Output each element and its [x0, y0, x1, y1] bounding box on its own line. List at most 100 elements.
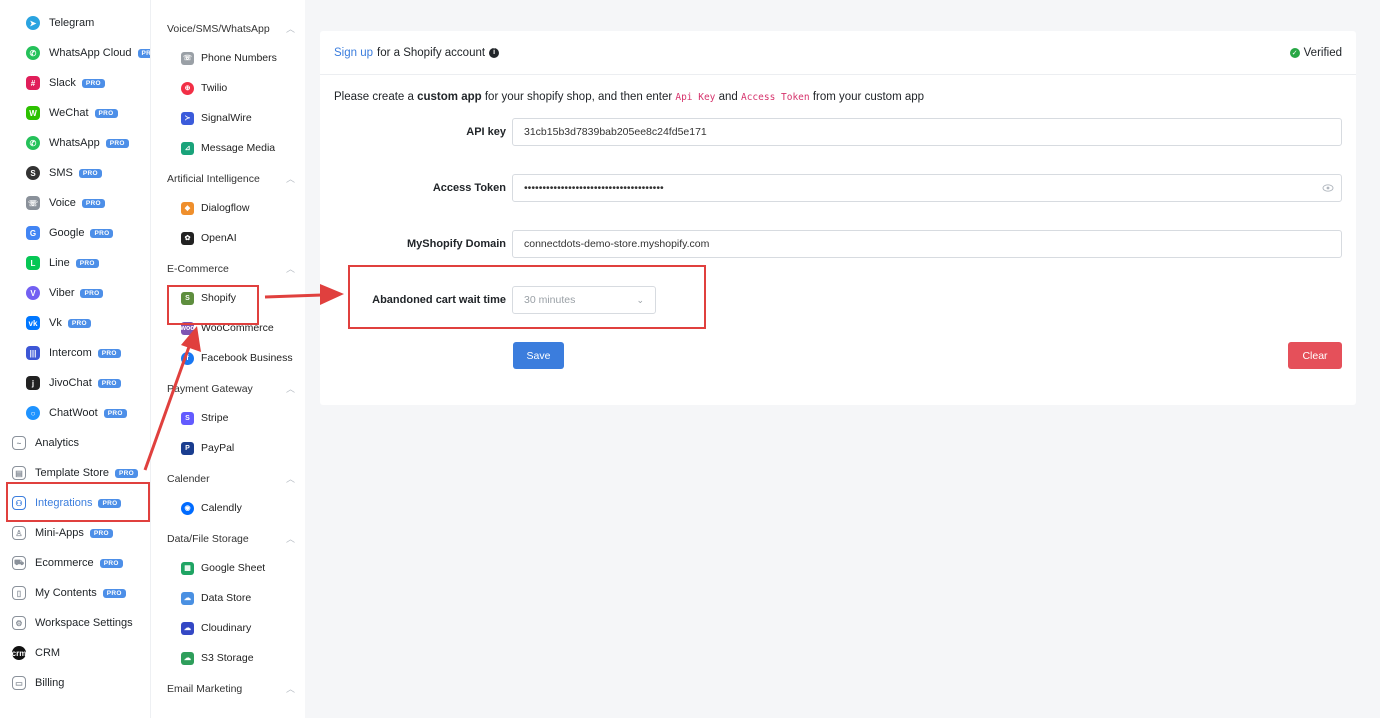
subnav-group-voice-sms-whatsapp[interactable]: Voice/SMS/WhatsApp ︿ [167, 22, 295, 35]
pro-badge: PRO [75, 258, 99, 268]
subnav-item-s3-storage[interactable]: ☁ S3 Storage [181, 647, 254, 669]
sidebar-item-viber[interactable]: V Viber PRO [0, 279, 150, 307]
sidebar-item-wechat[interactable]: W WeChat PRO [0, 99, 150, 127]
sidebar-item-label: My Contents [35, 587, 97, 599]
sidebar-item-integrations[interactable]: ⚇ Integrations PRO [0, 489, 150, 517]
pro-badge: PRO [67, 318, 91, 328]
pro-badge: PRO [103, 408, 127, 418]
subnav-item-label: Twilio [201, 82, 228, 94]
intercom-icon: ||| [26, 346, 40, 360]
subnav-group-artificial-intelligence[interactable]: Artificial Intelligence ︿ [167, 172, 295, 185]
subnav-item-cloudinary[interactable]: ☁ Cloudinary [181, 617, 251, 639]
sidebar-item-vk[interactable]: vk Vk PRO [0, 309, 150, 337]
paypal-icon: P [181, 441, 194, 455]
sidebar-item-whatsapp[interactable]: ✆ WhatsApp PRO [0, 129, 150, 157]
chevron-down-icon: ⌄ [636, 294, 644, 305]
subnav-item-twilio[interactable]: ⊕ Twilio [181, 77, 227, 99]
domain-input[interactable] [512, 230, 1342, 258]
whatsapp-icon: ✆ [26, 136, 40, 150]
subnav-item-google-sheet[interactable]: ▦ Google Sheet [181, 557, 265, 579]
dialogflow-icon: ◆ [181, 201, 194, 215]
sidebar-item-label: Slack [49, 77, 76, 89]
sidebar-item-whatsapp-cloud[interactable]: ✆WhatsApp CloudPRO [0, 39, 161, 67]
access-token-label: Access Token [432, 182, 506, 194]
chevron-up-icon: ︿ [285, 264, 295, 274]
sidebar-item-label: WhatsApp Cloud [49, 47, 132, 59]
twilio-icon: ⊕ [181, 81, 194, 95]
sidebar-item-workspace-settings[interactable]: ⚙ Workspace Settings [0, 609, 150, 637]
integrations-icon: ⚇ [12, 496, 26, 510]
instr-code-access-token: Access Token [740, 92, 810, 103]
subnav-item-shopify[interactable]: S Shopify [181, 287, 236, 309]
instructions-text: Please create a custom app for your shop… [334, 91, 924, 103]
info-icon[interactable]: i [489, 47, 500, 58]
subnav-group-label: Calender [167, 472, 210, 485]
sidebar-item-mini-apps[interactable]: ♙ Mini-Apps PRO [0, 519, 150, 547]
sidebar-item-voice[interactable]: ☏ Voice PRO [0, 189, 150, 217]
subnav-item-facebook-business[interactable]: f Facebook Business [181, 347, 293, 369]
sms-icon: S [26, 166, 40, 180]
sidebar-item-analytics[interactable]: ~ Analytics [0, 429, 150, 457]
subnav-item-signalwire[interactable]: ≻ SignalWire [181, 107, 252, 129]
subnav-item-calendly[interactable]: ◉ Calendly [181, 497, 242, 519]
subnav-item-openai[interactable]: ✿ OpenAI [181, 227, 237, 249]
chatwoot-icon: ○ [26, 406, 40, 420]
sidebar-item-intercom[interactable]: ||| Intercom PRO [0, 339, 150, 367]
subnav-item-data-store[interactable]: ☁ Data Store [181, 587, 251, 609]
subnav-item-label: Calendly [201, 502, 242, 514]
subnav-group-calender[interactable]: Calender ︿ [167, 472, 295, 485]
sidebar-item-billing[interactable]: ▭ Billing [0, 669, 150, 697]
subnav-item-dialogflow[interactable]: ◆ Dialogflow [181, 197, 249, 219]
instr-code-api-key: Api Key [675, 92, 716, 103]
api-key-row: API key [320, 118, 1356, 146]
sidebar-item-line[interactable]: L Line PRO [0, 249, 150, 277]
subnav-group-data-file-storage[interactable]: Data/File Storage ︿ [167, 532, 295, 545]
sidebar-item-slack[interactable]: # Slack PRO [0, 69, 150, 97]
signup-text: for a Shopify account [377, 46, 486, 59]
mini-apps-icon: ♙ [12, 526, 26, 540]
wait-time-select[interactable]: 30 minutes ⌄ [512, 286, 656, 314]
sidebar-item-jivochat[interactable]: j JivoChat PRO [0, 369, 150, 397]
verified-status: ✓ Verified [1289, 47, 1342, 59]
chevron-up-icon: ︿ [285, 684, 295, 694]
subnav-item-stripe[interactable]: S Stripe [181, 407, 228, 429]
sidebar-item-template-store[interactable]: ▤ Template Store PRO [0, 459, 150, 487]
line-icon: L [26, 256, 40, 270]
subnav-item-woocommerce[interactable]: woo WooCommerce [181, 317, 274, 339]
eye-icon[interactable] [1322, 182, 1334, 194]
subnav-item-message-media[interactable]: ⊿ Message Media [181, 137, 275, 159]
openai-icon: ✿ [181, 231, 194, 245]
sidebar-item-label: WeChat [49, 107, 89, 119]
api-key-input[interactable] [512, 118, 1342, 146]
sidebar-item-telegram[interactable]: ➤ Telegram [0, 9, 150, 37]
slack-icon: # [26, 76, 40, 90]
sidebar-item-crm[interactable]: crm CRM [0, 639, 150, 667]
subnav-item-label: Google Sheet [201, 562, 266, 574]
subnav-group-payment-gateway[interactable]: Payment Gateway ︿ [167, 382, 295, 395]
sidebar-item-label: JivoChat [49, 377, 92, 389]
sidebar-item-sms[interactable]: S SMS PRO [0, 159, 150, 187]
google-sheet-icon: ▦ [181, 561, 194, 575]
sidebar-item-label: Template Store [35, 467, 109, 479]
subnav-item-phone-numbers[interactable]: ☏ Phone Numbers [181, 47, 277, 69]
domain-label: MyShopify Domain [406, 238, 506, 250]
sidebar-item-my-contents[interactable]: ▯ My Contents PRO [0, 579, 150, 607]
clear-button[interactable]: Clear [1288, 342, 1342, 369]
save-button[interactable]: Save [513, 342, 564, 369]
sidebar-item-ecommerce[interactable]: ⛟ Ecommerce PRO [0, 549, 150, 577]
check-circle-icon: ✓ [1289, 47, 1300, 58]
domain-row: MyShopify Domain [320, 230, 1356, 258]
jivochat-icon: j [26, 376, 40, 390]
sidebar-item-label: Workspace Settings [35, 617, 133, 629]
sidebar-item-chatwoot[interactable]: ○ ChatWoot PRO [0, 399, 150, 427]
stripe-icon: S [181, 411, 194, 425]
sidebar-item-google[interactable]: G Google PRO [0, 219, 150, 247]
subnav-group-e-commerce[interactable]: E-Commerce ︿ [167, 262, 295, 275]
subnav-item-paypal[interactable]: P PayPal [181, 437, 234, 459]
pro-badge: PRO [98, 498, 122, 508]
signup-link[interactable]: Sign up [334, 47, 373, 59]
sidebar-item-label: Viber [49, 287, 75, 299]
subnav-group-email-marketing[interactable]: Email Marketing ︿ [167, 682, 295, 695]
access-token-input[interactable] [512, 174, 1342, 202]
subnav-group-label: Email Marketing [167, 682, 243, 695]
